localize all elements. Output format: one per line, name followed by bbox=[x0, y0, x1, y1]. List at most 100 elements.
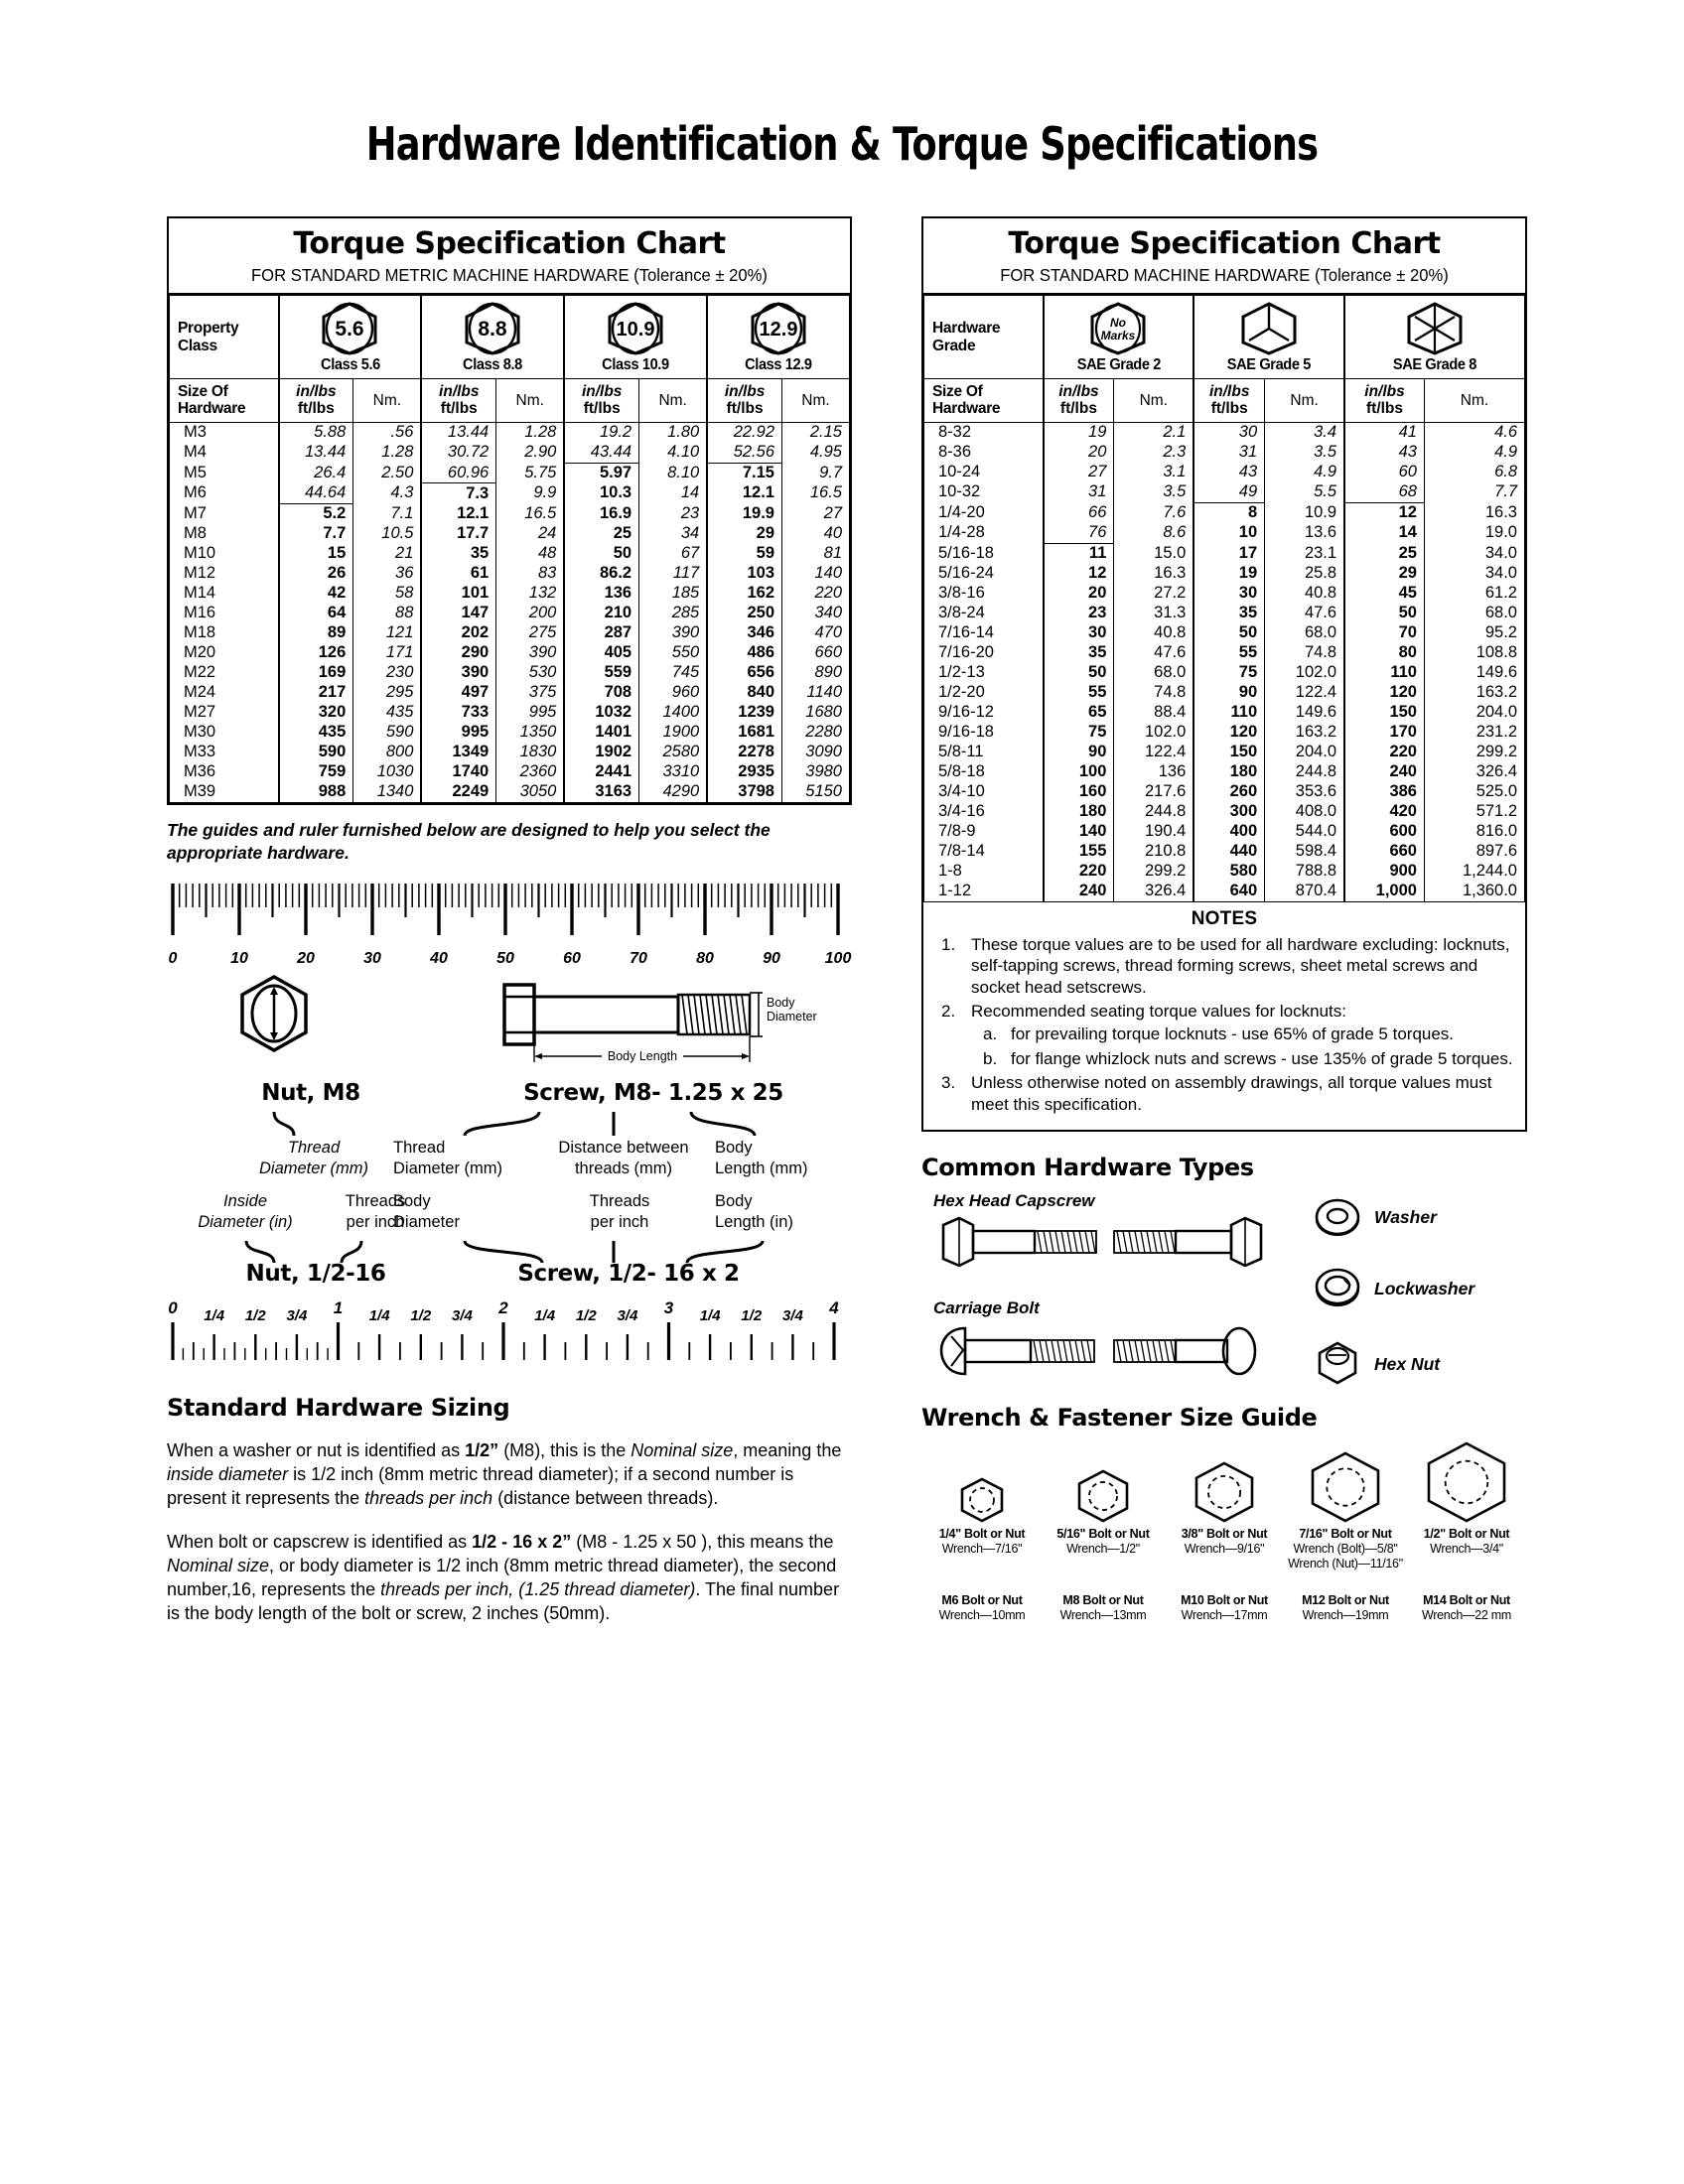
nm-value-cell: 326.4 bbox=[1423, 761, 1526, 782]
callout-screw-distance-between-threads: Distance between threads (mm) bbox=[558, 1138, 689, 1178]
nm-value-cell: 47.6 bbox=[1113, 642, 1194, 663]
notes-box: NOTES These torque values are to be used… bbox=[921, 901, 1527, 1132]
torque-value-cell: 180 bbox=[1193, 761, 1266, 782]
torque-value-cell: 150 bbox=[1343, 702, 1425, 723]
torque-value-cell: 20 bbox=[1042, 442, 1115, 463]
nm-value-cell: 788.8 bbox=[1264, 861, 1345, 882]
torque-value-cell: 75 bbox=[1193, 662, 1266, 683]
row-size-label: M30 bbox=[169, 722, 279, 743]
nm-value-cell: 23 bbox=[638, 503, 708, 524]
table-row: 1/4-20 66 7.6 8 10.9 12 16.3 bbox=[923, 502, 1526, 523]
table-row: M22 169 230 390 530 559 745 656 890 bbox=[169, 662, 850, 683]
nm-value-cell: 190.4 bbox=[1113, 821, 1194, 842]
nm-value-cell: 102.0 bbox=[1113, 722, 1194, 743]
table-row: M4 13.44 1.28 30.72 2.90 43.44 4.10 52.56 4.95 bbox=[169, 442, 850, 464]
nm-value-cell: 590 bbox=[352, 722, 422, 743]
nm-value-cell: 550 bbox=[638, 642, 708, 663]
left-column: Torque Specification Chart FOR STANDARD … bbox=[167, 216, 852, 1646]
hex-bolt-head-icon: 8.8 bbox=[465, 302, 520, 355]
torque-value-cell: 70 bbox=[1343, 622, 1425, 643]
nm-value-cell: 4.9 bbox=[1423, 442, 1526, 463]
wrench-imperial-caption: 1/4" Bolt or Nut Wrench—7/16" bbox=[921, 1527, 1043, 1571]
sizing-paragraph-1: When a washer or nut is identified as 1/… bbox=[167, 1439, 842, 1508]
wrench-size-title: M8 Bolt or Nut bbox=[1062, 1592, 1144, 1607]
guide-note: The guides and ruler furnished below are… bbox=[167, 819, 771, 864]
table-row: M36 759 1030 1740 2360 2441 3310 2935 3980 bbox=[169, 761, 850, 782]
row-size-label: M7 bbox=[169, 503, 279, 524]
sae-hardware-grade-header: Hardware Grade bbox=[923, 295, 1044, 379]
torque-value-cell: 35 bbox=[1193, 603, 1266, 623]
sae-torque-table: Hardware Grade No Marks SAE Grade 2 SAE … bbox=[923, 295, 1526, 902]
row-size-label: M5 bbox=[169, 463, 279, 483]
torque-value-cell: 420 bbox=[1343, 801, 1425, 822]
hex-bolt-head-no-marks-icon: No Marks bbox=[1090, 302, 1146, 355]
nm-value-cell: 5.5 bbox=[1264, 481, 1345, 503]
wrench-size-sub: Wrench (Bolt)—5/8" bbox=[1293, 1541, 1398, 1556]
sizing-body: When a washer or nut is identified as 1/… bbox=[167, 1439, 852, 1626]
nm-value-cell: 2.1 bbox=[1113, 421, 1194, 443]
sae-grade-2: SAE Grade 8 bbox=[1343, 295, 1526, 379]
table-row: 9/16-12 65 88.4 110 149.6 150 204.0 bbox=[923, 702, 1526, 723]
nm-value-cell: 660 bbox=[781, 642, 850, 663]
nm-value-cell: 4.3 bbox=[352, 482, 422, 504]
nm-value-cell: 2280 bbox=[781, 722, 850, 743]
nm-value-cell: 2.15 bbox=[781, 421, 850, 443]
page-title: Hardware Identification & Torque Specifi… bbox=[365, 117, 1319, 171]
sae-unit-nm-1: Nm. bbox=[1264, 378, 1345, 423]
torque-value-cell: 759 bbox=[277, 761, 354, 782]
torque-value-cell: 89 bbox=[277, 622, 354, 643]
screw-m8-icon: Body Diameter Body Length bbox=[502, 983, 817, 1064]
nm-value-cell: 1830 bbox=[495, 742, 565, 762]
hardware-types-heading: Common Hardware Types bbox=[921, 1153, 1254, 1181]
body-diameter-label-1: Body bbox=[767, 996, 795, 1010]
notes-list: These torque values are to be used for a… bbox=[933, 934, 1515, 1115]
nm-value-cell: 4.9 bbox=[1264, 462, 1345, 482]
row-size-label: M20 bbox=[169, 642, 279, 663]
torque-value-cell: 140 bbox=[1042, 821, 1115, 842]
callout-screw-body-length-in: Body Length (in) bbox=[715, 1191, 793, 1232]
wrench-imperial-caption: 5/16" Bolt or Nut Wrench—1/2" bbox=[1043, 1527, 1164, 1571]
torque-value-cell: 400 bbox=[1193, 821, 1266, 842]
nm-value-cell: 8.10 bbox=[638, 463, 708, 483]
body-length-label: Body Length bbox=[608, 1049, 677, 1063]
table-row: 10-24 27 3.1 43 4.9 60 6.8 bbox=[923, 462, 1526, 482]
callout-nut-inside-diameter: Inside Diameter (in) bbox=[198, 1191, 293, 1232]
torque-value-cell: 35 bbox=[1042, 642, 1115, 663]
torque-value-cell: 55 bbox=[1042, 682, 1115, 703]
sizing-heading: Standard Hardware Sizing bbox=[167, 1393, 510, 1422]
screw-imperial-caption: Screw, 1/2- 16 x 2 bbox=[517, 1260, 740, 1287]
wrench-size-title: 3/8" Bolt or Nut bbox=[1181, 1526, 1268, 1541]
table-row: M33 590 800 1349 1830 1902 2580 2278 3090 bbox=[169, 742, 850, 762]
torque-value-cell: 30 bbox=[1193, 583, 1266, 604]
torque-value-cell: 1032 bbox=[563, 702, 640, 723]
nm-value-cell: 326.4 bbox=[1113, 881, 1194, 902]
nm-value-cell: 61.2 bbox=[1423, 583, 1526, 604]
torque-value-cell: 320 bbox=[277, 702, 354, 723]
metric-unit-2: in/lbs ft/lbs bbox=[563, 378, 640, 423]
metric-unit-1: in/lbs ft/lbs bbox=[420, 378, 497, 423]
torque-value-cell: 12.1 bbox=[420, 503, 497, 524]
torque-value-cell: 26.4 bbox=[277, 463, 354, 483]
torque-value-cell: 733 bbox=[420, 702, 497, 723]
wrench-size-title: M12 Bolt or Nut bbox=[1302, 1592, 1389, 1607]
nm-value-cell: 1,360.0 bbox=[1423, 881, 1526, 902]
nm-value-cell: 3090 bbox=[781, 742, 850, 762]
nm-value-cell: 960 bbox=[638, 682, 708, 703]
torque-value-cell: 19 bbox=[1193, 563, 1266, 584]
hex-mark-text: 5.6 bbox=[336, 318, 364, 341]
notes-heading: NOTES bbox=[1191, 907, 1258, 929]
nm-value-cell: 14 bbox=[638, 482, 708, 504]
table-row: 9/16-18 75 102.0 120 163.2 170 231.2 bbox=[923, 722, 1526, 743]
hex-bolt-head-6-marks-icon bbox=[1407, 302, 1463, 355]
nm-value-cell: 9.9 bbox=[495, 482, 565, 504]
hex-icon: 8.8 bbox=[424, 301, 561, 356]
inch-ruler-labels: 0 1/4 1/2 3/4 1 1/4 1/2 3/4 2 1/4 1/2 3/4 3 1/4 1/2 3/4… bbox=[167, 1295, 852, 1324]
inch-ruler-ticks bbox=[171, 1321, 836, 1360]
torque-value-cell: 7.3 bbox=[420, 482, 497, 504]
nm-value-cell: 4290 bbox=[638, 781, 708, 803]
nm-value-cell: 244.8 bbox=[1113, 801, 1194, 822]
carriage-bolt-icon bbox=[939, 1326, 1257, 1376]
row-size-label: M14 bbox=[169, 583, 279, 604]
nm-value-cell: 24 bbox=[495, 523, 565, 544]
row-size-label: 3/4-10 bbox=[923, 781, 1044, 802]
